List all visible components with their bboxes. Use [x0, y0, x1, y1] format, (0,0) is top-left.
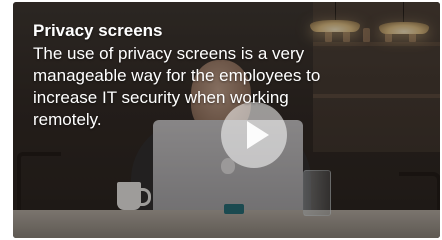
video-caption: Privacy screens The use of privacy scree… — [33, 21, 343, 131]
caption-description: The use of privacy screens is a very man… — [33, 44, 321, 129]
caption-title: Privacy screens — [33, 21, 163, 40]
